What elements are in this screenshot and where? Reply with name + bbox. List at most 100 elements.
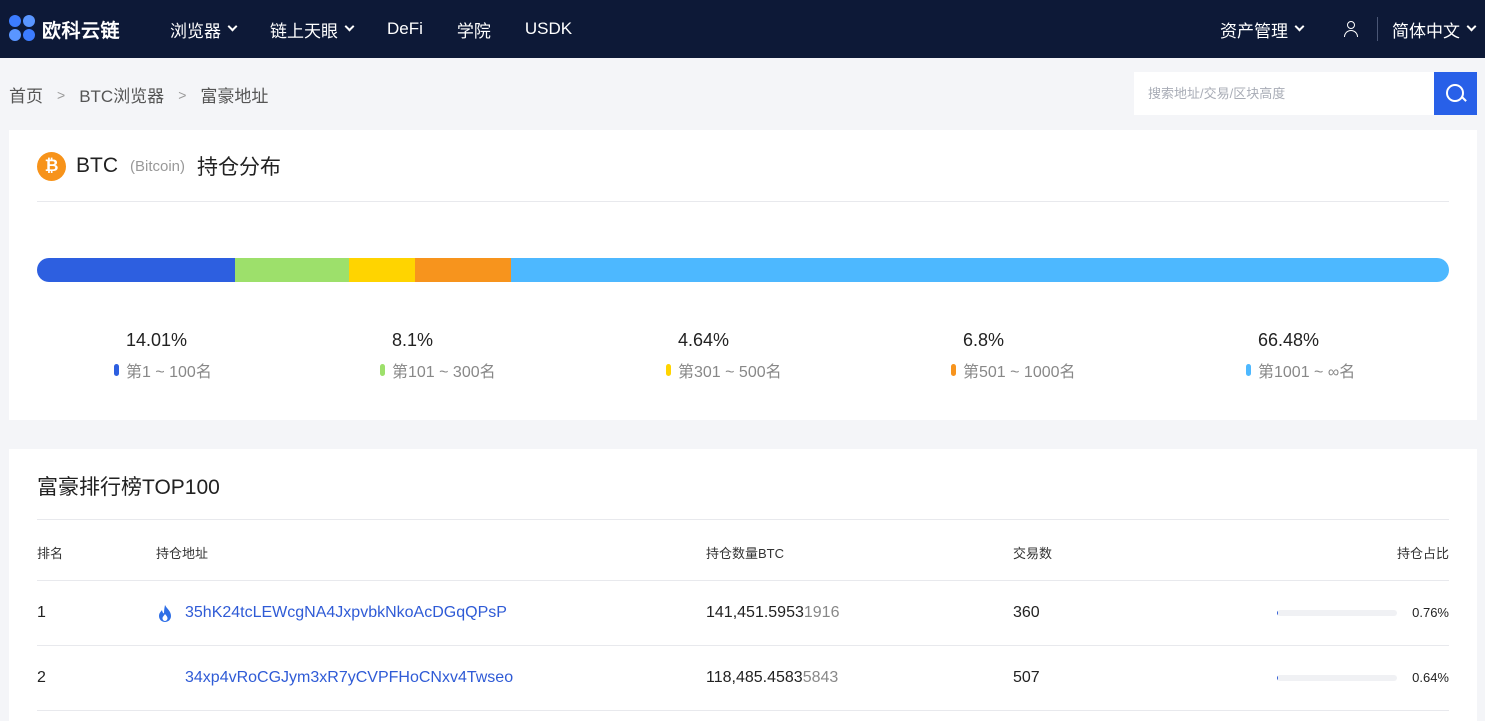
nav-item-usdk[interactable]: USDK — [525, 19, 572, 39]
nav-item-label: 学院 — [456, 21, 491, 41]
nav-item-label: USDK — [524, 19, 573, 38]
amount-fraction: 5843 — [802, 669, 839, 686]
legend-item-1001-plus: 66.48% 第1001 ~ ∞名 — [1246, 330, 1355, 382]
user-icon[interactable] — [1343, 21, 1359, 37]
search-icon[interactable] — [1434, 72, 1477, 115]
amount-main: 118,485.4583 — [706, 669, 803, 686]
address-link[interactable]: 34xp4vRoCGJym3xR7yCVPFHoCNxv4Twseo — [185, 669, 513, 687]
legend-label: 第1001 ~ ∞名 — [1246, 358, 1355, 382]
amount-main: 141,451.5953 — [706, 604, 804, 621]
breadcrumb-separator: > — [57, 86, 66, 103]
asset-management-menu[interactable]: 资产管理 — [1220, 17, 1305, 42]
search-box — [1134, 72, 1477, 115]
rich-list-card: 富豪排行榜TOP100 排名 持仓地址 持仓数量BTC 交易数 持仓占比 1 3… — [9, 449, 1477, 721]
legend-percent: 66.48% — [1258, 330, 1320, 350]
legend-label-text: 第1001 ~ ∞名 — [1258, 364, 1356, 381]
distribution-segment — [414, 258, 511, 282]
language-label: 简体中文 — [1392, 21, 1460, 41]
divider — [37, 519, 1449, 520]
nav-item-onchain-eye[interactable]: 链上天眼 — [270, 17, 355, 42]
legend-label: 第101 ~ 300名 — [380, 358, 496, 382]
amount-cell: 141,451.59531916 — [706, 604, 839, 622]
tx-count-cell: 507 — [1013, 669, 1040, 686]
legend-label: 第501 ~ 1000名 — [951, 358, 1076, 382]
distribution-segment — [349, 258, 415, 282]
coin-full-name: (Bitcoin) — [130, 157, 186, 175]
breadcrumb-current: 富豪地址 — [200, 87, 269, 106]
column-header-tx-count: 交易数 — [1013, 546, 1053, 561]
rank-cell: 1 — [37, 604, 46, 621]
legend-percent: 4.64% — [678, 330, 730, 350]
logo[interactable]: 欧科云链 — [9, 14, 120, 44]
chevron-down-icon — [1466, 21, 1477, 32]
legend-item-301-500: 4.64% 第301 ~ 500名 — [666, 330, 782, 382]
share-progress-bar — [1277, 610, 1397, 616]
distribution-bar — [37, 258, 1449, 282]
holding-distribution-card: ₿ BTC (Bitcoin) 持仓分布 14.01% 第1 ~ 100名 8.… — [9, 130, 1477, 420]
breadcrumb: 首页 > BTC浏览器 > 富豪地址 — [9, 82, 268, 107]
language-selector[interactable]: 简体中文 — [1392, 17, 1477, 42]
breadcrumb-separator: > — [178, 86, 187, 103]
section-title: 持仓分布 — [197, 156, 282, 179]
legend-percent: 14.01% — [126, 330, 188, 350]
distribution-segment — [510, 258, 1449, 282]
legend-percent: 8.1% — [392, 330, 434, 350]
nav-item-explorer[interactable]: 浏览器 — [170, 17, 238, 42]
legend-color-dot — [114, 364, 119, 376]
column-header-address: 持仓地址 — [156, 546, 209, 561]
tx-count-cell: 360 — [1013, 604, 1040, 621]
search-input[interactable] — [1134, 72, 1434, 115]
distribution-segment — [37, 258, 235, 282]
chevron-down-icon — [1294, 21, 1305, 32]
chevron-down-icon — [344, 21, 355, 32]
rich-list-title: 富豪排行榜TOP100 — [37, 476, 220, 499]
legend-label-text: 第501 ~ 1000名 — [963, 364, 1076, 381]
breadcrumb-btc-explorer[interactable]: BTC浏览器 — [79, 82, 164, 107]
column-header-share: 持仓占比 — [1396, 546, 1449, 561]
legend-item-101-300: 8.1% 第101 ~ 300名 — [380, 330, 496, 382]
share-percent: 0.64% — [1412, 670, 1449, 685]
table-row — [37, 710, 1449, 721]
logo-text: 欧科云链 — [42, 20, 121, 42]
nav-right: 资产管理 简体中文 — [1220, 0, 1485, 58]
nav-item-label: 链上天眼 — [270, 21, 338, 41]
amount-cell: 118,485.45835843 — [706, 669, 838, 687]
legend-color-dot — [951, 364, 956, 376]
legend-color-dot — [666, 364, 671, 376]
legend-label: 第301 ~ 500名 — [666, 358, 782, 382]
legend-color-dot — [1246, 364, 1251, 376]
legend-percent: 6.8% — [963, 330, 1005, 350]
distribution-segment — [234, 258, 350, 282]
column-header-amount: 持仓数量BTC — [706, 546, 785, 561]
top-nav: 欧科云链 浏览器 链上天眼 DeFi 学院 USDK 资产管理 简体中文 — [0, 0, 1485, 58]
divider — [37, 201, 1449, 202]
address-link[interactable]: 35hK24tcLEWcgNA4JxpvbkNkoAcDGqQPsP — [185, 604, 507, 622]
table-row: 2 34xp4vRoCGJym3xR7yCVPFHoCNxv4Twseo 118… — [37, 645, 1449, 710]
column-header-rank: 排名 — [37, 546, 64, 561]
share-progress-fill — [1277, 675, 1278, 681]
legend-label-text: 第101 ~ 300名 — [392, 364, 496, 381]
share-progress-fill — [1277, 610, 1278, 616]
share-progress-bar — [1277, 675, 1397, 681]
legend-label: 第1 ~ 100名 — [114, 358, 212, 382]
share-percent: 0.76% — [1412, 605, 1449, 620]
legend-item-501-1000: 6.8% 第501 ~ 1000名 — [951, 330, 1076, 382]
table-row: 1 35hK24tcLEWcgNA4JxpvbkNkoAcDGqQPsP 141… — [37, 580, 1449, 645]
legend-item-top100: 14.01% 第1 ~ 100名 — [114, 330, 212, 382]
exchange-tag-icon — [159, 605, 171, 622]
nav-item-label: DeFi — [387, 19, 423, 38]
breadcrumb-home[interactable]: 首页 — [9, 82, 43, 107]
logo-icon — [9, 15, 37, 43]
nav-item-defi[interactable]: DeFi — [387, 19, 423, 39]
coin-header: ₿ BTC (Bitcoin) 持仓分布 — [37, 150, 281, 182]
chevron-down-icon — [227, 21, 238, 32]
asset-management-label: 资产管理 — [1220, 21, 1288, 41]
amount-fraction: 1916 — [803, 604, 840, 621]
nav-menu: 浏览器 链上天眼 DeFi 学院 USDK — [170, 0, 606, 58]
nav-item-label: 浏览器 — [170, 21, 221, 41]
nav-item-academy[interactable]: 学院 — [457, 17, 491, 42]
legend-label-text: 第1 ~ 100名 — [126, 364, 212, 381]
legend-color-dot — [380, 364, 385, 376]
coin-symbol: BTC — [76, 154, 118, 177]
nav-divider — [1377, 17, 1378, 41]
